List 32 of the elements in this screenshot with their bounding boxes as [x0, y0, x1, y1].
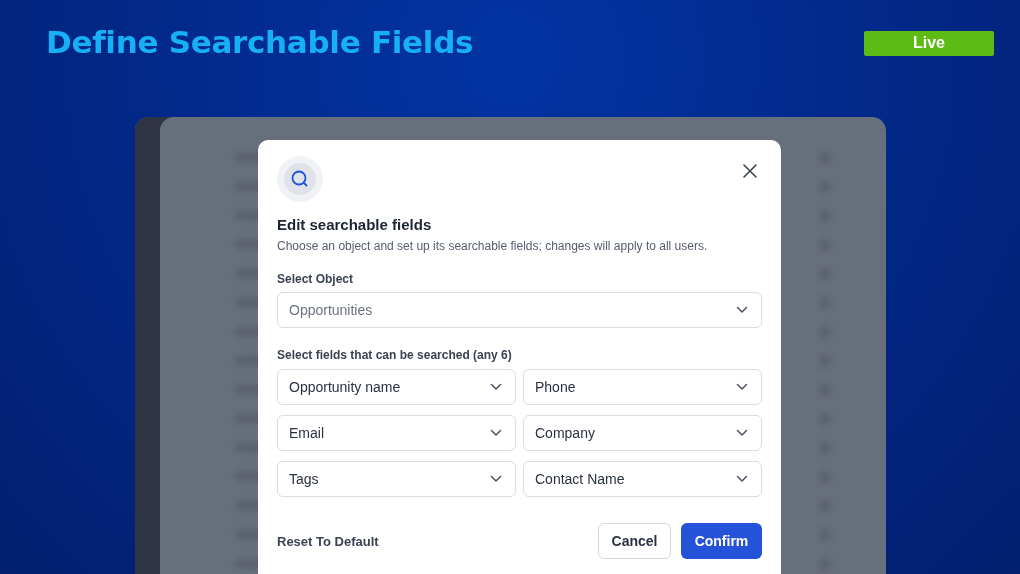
- chevron-down-icon: [490, 429, 502, 437]
- search-icon: [277, 156, 323, 202]
- field-select[interactable]: Phone: [523, 369, 762, 405]
- select-value: Phone: [535, 379, 576, 395]
- chevron-down-icon: [736, 429, 748, 437]
- dialog-title: Edit searchable fields: [277, 216, 433, 233]
- confirm-button[interactable]: Confirm: [681, 523, 762, 559]
- field-select[interactable]: Opportunity name: [277, 369, 516, 405]
- reset-link[interactable]: Reset To Default: [277, 533, 379, 549]
- dialog-description: Choose an object and set up its searchable fields; changes will apply to all users.: [277, 239, 709, 253]
- select-value: Contact Name: [535, 471, 625, 487]
- field-label: Select fields that can be searched (any 6): [277, 348, 513, 362]
- select-value: Company: [535, 425, 595, 441]
- cancel-button[interactable]: Cancel: [598, 523, 671, 559]
- slide-title: Define Searchable Fields: [46, 23, 474, 62]
- close-button[interactable]: [743, 164, 757, 178]
- select-value: Email: [289, 425, 324, 441]
- chevron-down-icon: [490, 475, 502, 483]
- object-select[interactable]: Opportunities: [277, 292, 762, 328]
- field-select[interactable]: Contact Name: [523, 461, 762, 497]
- field-select[interactable]: Email: [277, 415, 516, 451]
- select-value: Tags: [289, 471, 319, 487]
- field-select[interactable]: Tags: [277, 461, 516, 497]
- status-badge: Live: [864, 30, 994, 56]
- chevron-down-icon: [490, 383, 502, 391]
- field-select[interactable]: Company: [523, 415, 762, 451]
- chevron-down-icon: [736, 306, 748, 314]
- field-label: Select Object: [277, 272, 355, 286]
- chevron-down-icon: [736, 475, 748, 483]
- select-placeholder: Opportunities: [289, 302, 373, 318]
- chevron-down-icon: [736, 383, 748, 391]
- select-value: Opportunity name: [289, 379, 401, 395]
